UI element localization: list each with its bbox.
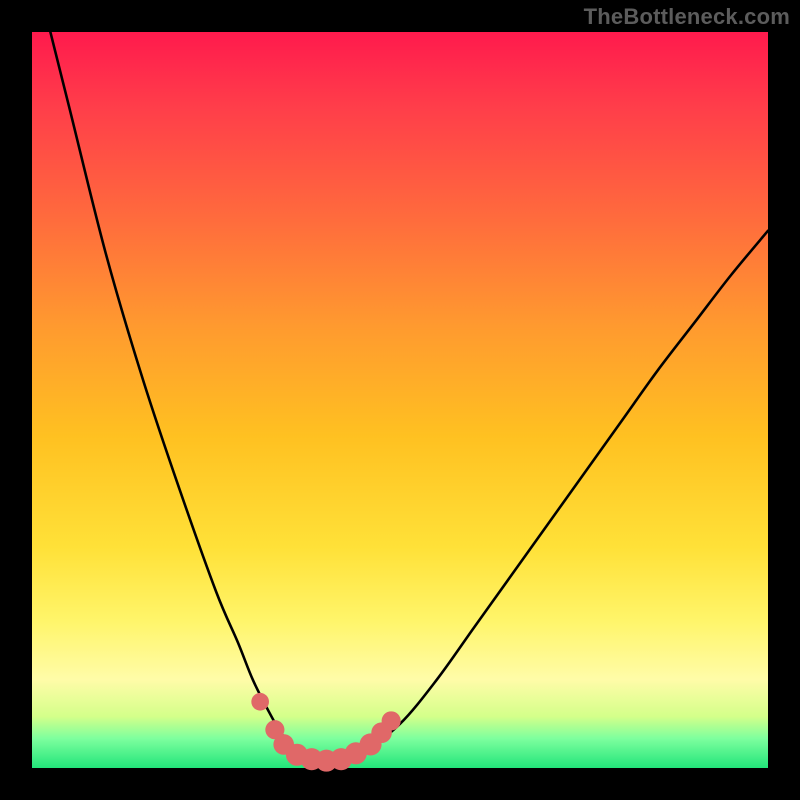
bottom-dots-group [251,693,400,772]
curve-svg [32,32,768,768]
chart-frame: TheBottleneck.com [0,0,800,800]
bottleneck-curve [32,0,768,761]
watermark-text: TheBottleneck.com [584,4,790,30]
dot-11 [382,711,401,730]
plot-area [32,32,768,768]
dot-1 [251,693,269,711]
